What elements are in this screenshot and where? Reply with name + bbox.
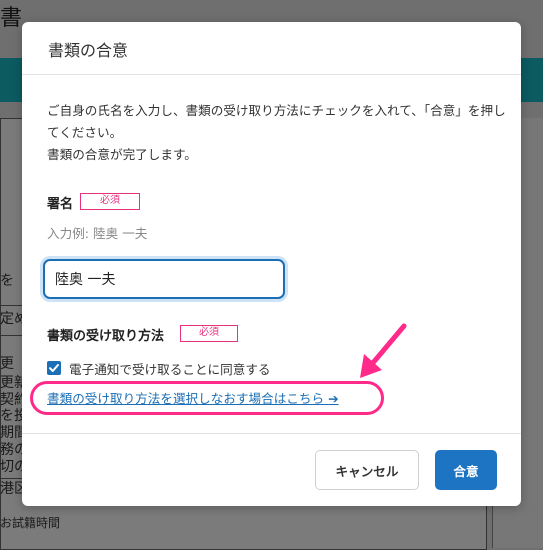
dialog-footer-divider: [22, 433, 521, 434]
background-text-fragment: 港区: [0, 481, 22, 497]
dialog-instructions: ご自身の氏名を入力し、書類の受け取り方法にチェックを入れて、「合意」を押してくだ…: [47, 103, 506, 162]
arrow-right-icon: ➔: [328, 391, 339, 406]
signature-label: 署名: [47, 197, 74, 212]
electronic-notice-checkbox[interactable]: [47, 361, 61, 375]
electronic-notice-label[interactable]: 電子通知で受け取ることに同意する: [69, 359, 271, 378]
signature-required-badge: 必須: [80, 193, 140, 210]
background-divider: [0, 305, 22, 306]
receipt-method-label: 書類の受け取り方法: [47, 329, 165, 344]
cancel-button[interactable]: キャンセル: [315, 450, 419, 490]
background-divider: [0, 335, 22, 336]
background-text-fragment: を: [0, 273, 14, 289]
signature-example: 入力例: 陸奥 一夫: [47, 226, 148, 241]
background-divider: [0, 478, 22, 479]
receipt-required-badge: 必須: [180, 325, 238, 342]
background-text-fragment: 切の: [0, 459, 22, 475]
background-text-fragment: 定め: [0, 311, 22, 327]
reselect-receipt-method-link[interactable]: 書類の受け取り方法を選択しなおす場合はこちら ➔: [47, 388, 339, 407]
reselect-link-text: 書類の受け取り方法を選択しなおす場合はこちら: [47, 391, 325, 406]
signature-input[interactable]: [43, 259, 285, 299]
background-text-fragment: 更: [0, 356, 14, 372]
agreement-dialog: 書類の合意 ご自身の氏名を入力し、書類の受け取り方法にチェックを入れて、「合意」…: [22, 22, 521, 506]
agree-button[interactable]: 合意: [435, 450, 497, 490]
dialog-title: 書類の合意: [48, 41, 129, 60]
background-title: 書: [0, 6, 23, 31]
checkmark-icon: [49, 364, 59, 372]
dialog-header: 書類の合意: [22, 22, 521, 75]
background-bottom-text: お試籍時間: [0, 516, 61, 530]
